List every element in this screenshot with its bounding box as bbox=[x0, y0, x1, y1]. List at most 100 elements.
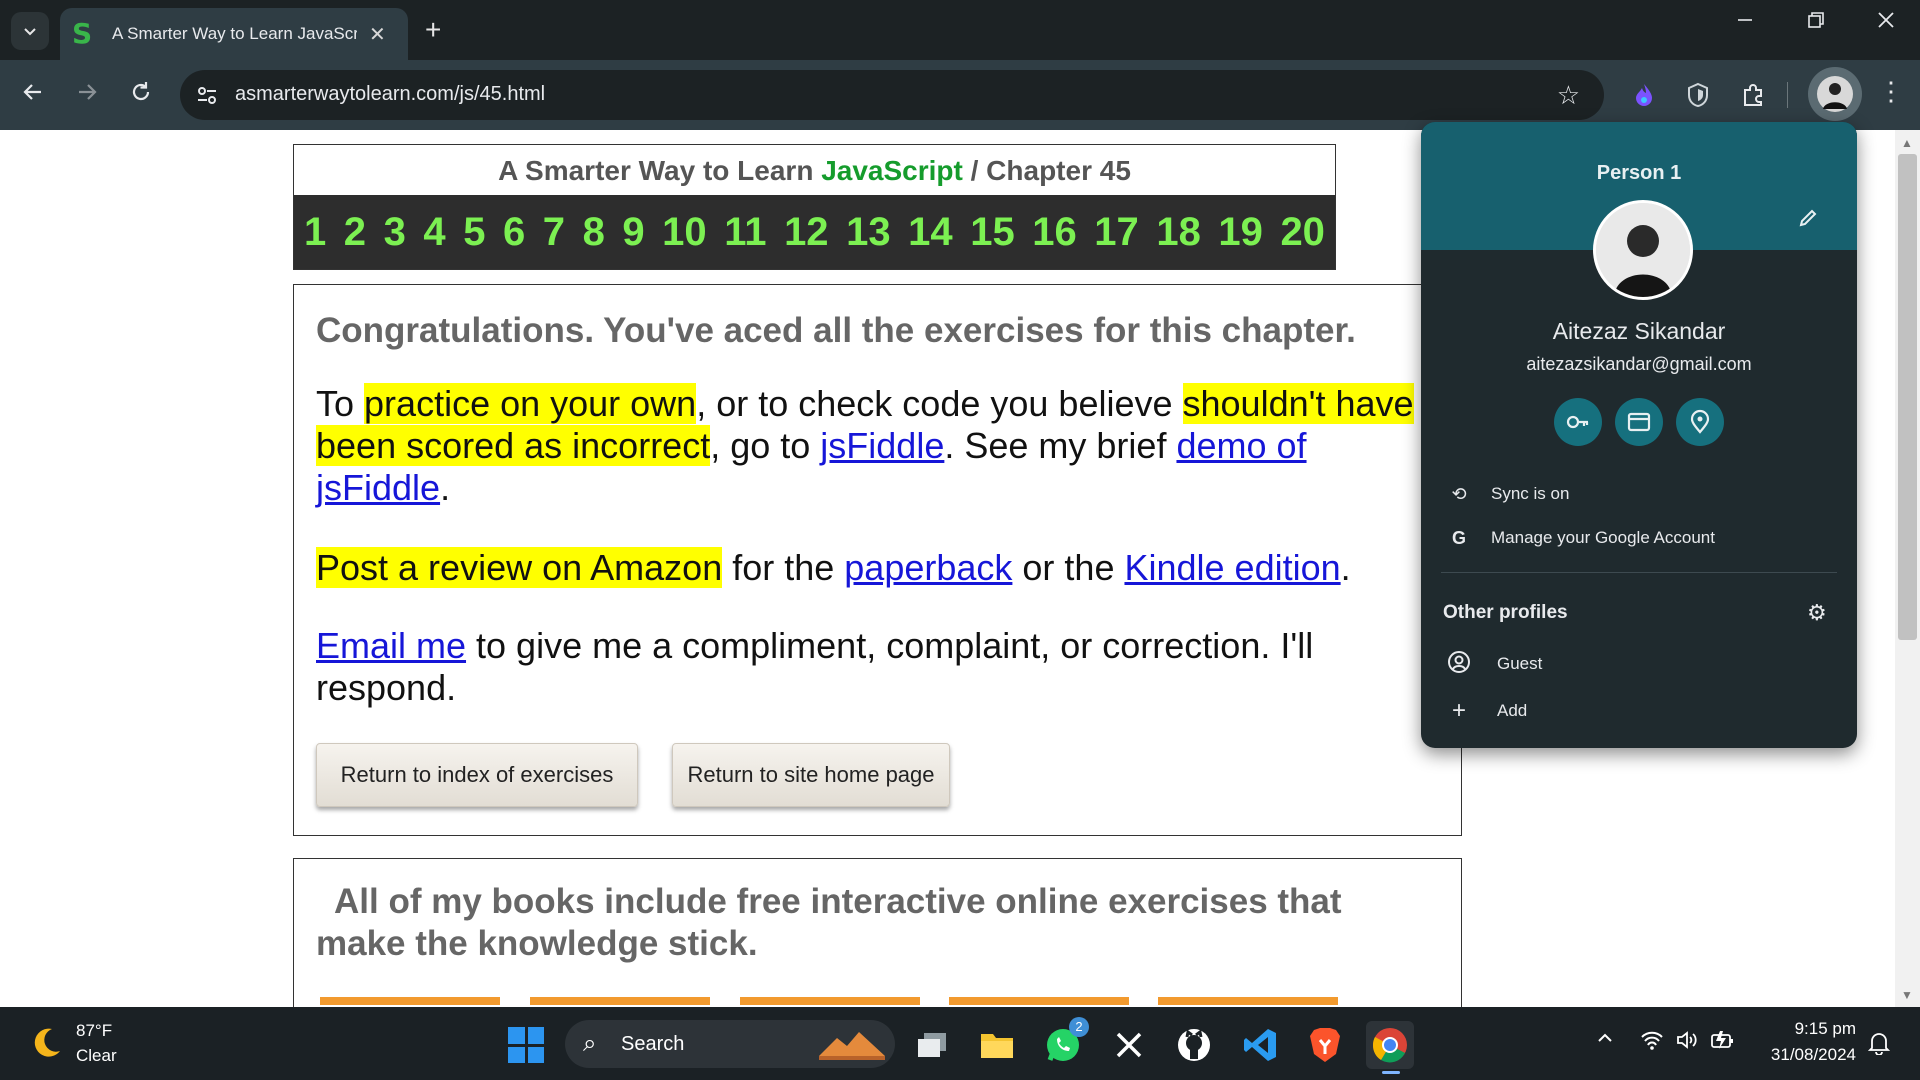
notification-bell-icon[interactable] bbox=[1867, 1031, 1891, 1061]
book-cover[interactable] bbox=[949, 997, 1129, 1005]
return-home-button[interactable]: Return to site home page bbox=[672, 743, 950, 807]
chapter-link[interactable]: 17 bbox=[1094, 210, 1139, 255]
chrome-icon[interactable] bbox=[1366, 1021, 1414, 1074]
scroll-thumb[interactable] bbox=[1898, 154, 1917, 640]
guest-profile-row[interactable]: Guest bbox=[1421, 642, 1857, 686]
new-tab-button[interactable]: + bbox=[425, 14, 441, 46]
show-hidden-icons[interactable] bbox=[1596, 1029, 1614, 1053]
clock-time[interactable]: 9:15 pm bbox=[1788, 1019, 1856, 1039]
payment-methods-button[interactable] bbox=[1615, 398, 1663, 446]
sync-icon: ⟲ bbox=[1451, 483, 1467, 504]
gear-icon[interactable]: ⚙ bbox=[1807, 600, 1827, 626]
chapter-link[interactable]: 15 bbox=[970, 210, 1015, 255]
search-highlight-icon bbox=[819, 1032, 885, 1060]
edit-pencil-icon[interactable] bbox=[1797, 207, 1819, 235]
close-window-button[interactable] bbox=[1876, 10, 1896, 36]
tab-search-button[interactable] bbox=[11, 12, 49, 50]
book-cover[interactable] bbox=[740, 997, 920, 1005]
browser-toolbar: asmarterwaytolearn.com/js/45.html ☆ ⋮ bbox=[0, 60, 1920, 130]
book-cover[interactable] bbox=[1158, 997, 1338, 1005]
scroll-down-icon[interactable]: ▼ bbox=[1900, 988, 1914, 1002]
manage-account-row[interactable]: G Manage your Google Account bbox=[1421, 516, 1857, 560]
chapter-link[interactable]: 13 bbox=[846, 210, 891, 255]
highlight-text: Post a review on Amazon bbox=[316, 547, 723, 588]
whatsapp-icon[interactable]: 2 bbox=[1039, 1017, 1089, 1069]
site-header: A Smarter Way to Learn JavaScript / Chap… bbox=[293, 144, 1336, 270]
chapter-link[interactable]: 2 bbox=[344, 210, 366, 255]
clock-date[interactable]: 31/08/2024 bbox=[1752, 1045, 1856, 1065]
location-pin-icon bbox=[1690, 409, 1710, 434]
volume-icon[interactable] bbox=[1675, 1029, 1699, 1057]
chapter-link[interactable]: 19 bbox=[1218, 210, 1263, 255]
site-info-icon[interactable] bbox=[194, 82, 220, 108]
chapter-link[interactable]: 8 bbox=[583, 210, 605, 255]
windows-start-icon[interactable] bbox=[508, 1027, 544, 1063]
text-span: , or to check code you believe bbox=[696, 383, 1183, 424]
back-button[interactable] bbox=[17, 79, 49, 111]
books-panel: All of my books include free interactive… bbox=[293, 858, 1462, 1007]
email-me-link[interactable]: Email me bbox=[316, 625, 466, 666]
profile-photo-icon bbox=[1596, 203, 1690, 297]
book-cover[interactable] bbox=[320, 997, 500, 1005]
weather-temperature[interactable]: 87°F bbox=[76, 1021, 112, 1041]
chapter-link[interactable]: 3 bbox=[384, 210, 406, 255]
task-view-icon[interactable] bbox=[908, 1021, 956, 1069]
paperback-link[interactable]: paperback bbox=[844, 547, 1012, 588]
weather-condition[interactable]: Clear bbox=[76, 1046, 117, 1066]
active-tab[interactable]: S A Smarter Way to Learn JavaScr ✕ bbox=[60, 8, 408, 60]
add-profile-row[interactable]: + Add bbox=[1421, 689, 1857, 733]
chapter-link[interactable]: 20 bbox=[1280, 210, 1325, 255]
plus-icon: + bbox=[1451, 697, 1466, 724]
profile-name: Aitezaz Sikandar bbox=[1552, 318, 1726, 344]
restore-button[interactable] bbox=[1806, 10, 1826, 36]
chapter-link[interactable]: 11 bbox=[724, 210, 766, 255]
other-profiles-heading: Other profiles bbox=[1443, 602, 1568, 623]
taskbar-search[interactable]: ⌕ Search bbox=[565, 1020, 895, 1068]
title-prefix: A Smarter Way to Learn bbox=[498, 155, 822, 186]
text-span: To bbox=[316, 383, 365, 424]
extensions-puzzle-icon[interactable] bbox=[1736, 78, 1770, 112]
address-bar[interactable]: asmarterwaytolearn.com/js/45.html ☆ bbox=[180, 70, 1604, 120]
chapter-link[interactable]: 7 bbox=[543, 210, 565, 255]
vscode-icon[interactable] bbox=[1236, 1021, 1284, 1069]
book-cover[interactable] bbox=[530, 997, 710, 1005]
title-javascript: JavaScript bbox=[821, 155, 963, 186]
return-index-button[interactable]: Return to index of exercises bbox=[316, 743, 638, 807]
chapter-link[interactable]: 18 bbox=[1156, 210, 1201, 255]
bookmark-star-icon[interactable]: ☆ bbox=[1557, 80, 1580, 111]
more-menu-icon[interactable]: ⋮ bbox=[1878, 76, 1904, 107]
brave-browser-icon[interactable] bbox=[1301, 1021, 1349, 1069]
chapter-link[interactable]: 14 bbox=[908, 210, 953, 255]
chapter-link[interactable]: 5 bbox=[463, 210, 485, 255]
chapter-link[interactable]: 6 bbox=[503, 210, 525, 255]
url-text[interactable]: asmarterwaytolearn.com/js/45.html bbox=[235, 83, 545, 106]
notification-badge: 2 bbox=[1069, 1017, 1089, 1037]
minimize-button[interactable] bbox=[1735, 10, 1755, 36]
chapter-link[interactable]: 1 bbox=[304, 210, 326, 255]
battery-icon[interactable] bbox=[1710, 1029, 1736, 1057]
sync-status-row[interactable]: ⟲ Sync is on bbox=[1421, 472, 1857, 516]
x-twitter-icon[interactable] bbox=[1105, 1021, 1153, 1069]
scroll-up-icon[interactable]: ▲ bbox=[1900, 136, 1914, 150]
forward-button[interactable] bbox=[71, 79, 103, 111]
page-scrollbar[interactable]: ▲ ▼ bbox=[1895, 130, 1920, 1007]
file-explorer-icon[interactable] bbox=[973, 1021, 1021, 1069]
kindle-link[interactable]: Kindle edition bbox=[1124, 547, 1340, 588]
profile-email: aitezazsikandar@gmail.com bbox=[1526, 354, 1752, 374]
jsfiddle-link[interactable]: jsFiddle bbox=[820, 425, 944, 466]
chapter-link[interactable]: 9 bbox=[622, 210, 644, 255]
github-icon[interactable] bbox=[1170, 1021, 1218, 1069]
addresses-button[interactable] bbox=[1676, 398, 1724, 446]
extension-shield-icon[interactable] bbox=[1681, 78, 1715, 112]
extension-flame-icon[interactable] bbox=[1627, 78, 1661, 112]
wifi-icon[interactable] bbox=[1640, 1029, 1664, 1057]
chapter-link[interactable]: 10 bbox=[662, 210, 707, 255]
reload-button[interactable] bbox=[125, 79, 157, 111]
chapter-link[interactable]: 4 bbox=[423, 210, 445, 255]
moon-weather-icon[interactable] bbox=[28, 1025, 64, 1061]
tab-close-icon[interactable]: ✕ bbox=[369, 22, 386, 47]
passwords-button[interactable] bbox=[1554, 398, 1602, 446]
chapter-link[interactable]: 16 bbox=[1032, 210, 1077, 255]
chapter-link[interactable]: 12 bbox=[784, 210, 829, 255]
profile-avatar-button[interactable] bbox=[1808, 67, 1862, 121]
